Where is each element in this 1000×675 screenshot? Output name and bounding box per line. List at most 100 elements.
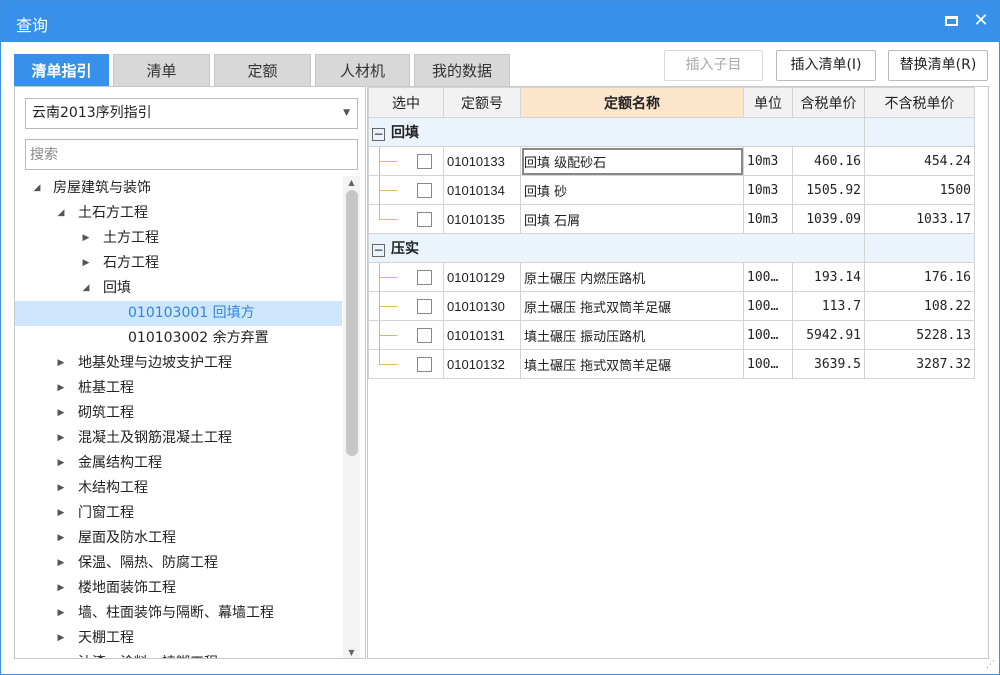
tree-item[interactable]: ▶ 地基处理与边坡支护工程 — [15, 351, 342, 376]
table-row[interactable]: 01010133 回填 级配砂石 10m3 460.16 454.24 — [368, 146, 975, 176]
table-row[interactable]: 01010134 回填 砂 10m3 1505.92 1500 — [368, 175, 975, 205]
tab-labor-material-machine[interactable]: 人材机 — [315, 54, 410, 86]
tab-my-data[interactable]: 我的数据 — [414, 54, 510, 86]
collapse-arrow-icon[interactable]: ◢ — [55, 201, 67, 226]
col-header-unit[interactable]: 单位 — [743, 87, 793, 118]
price-notax-cell[interactable]: 108.22 — [864, 291, 975, 321]
price-notax-cell[interactable]: 1500 — [864, 175, 975, 205]
row-checkbox[interactable] — [417, 211, 432, 227]
expand-arrow-icon[interactable]: ▶ — [55, 426, 67, 451]
search-input[interactable] — [25, 139, 358, 170]
price-notax-cell[interactable]: 1033.17 — [864, 204, 975, 234]
col-header-select[interactable]: 选中 — [368, 87, 444, 118]
unit-cell[interactable]: 10m3 — [743, 175, 793, 205]
tree-item[interactable]: ▶ 保温、隔热、防腐工程 — [15, 551, 342, 576]
tree-item[interactable]: 010103002 余方弃置 — [15, 326, 342, 351]
quota-name-cell[interactable]: 原土碾压 内燃压路机 — [520, 262, 744, 292]
table-row[interactable]: 01010131 填土碾压 振动压路机 100… 5942.91 5228.13 — [368, 320, 975, 350]
table-row[interactable]: 01010130 原土碾压 拖式双筒羊足碾 100… 113.7 108.22 — [368, 291, 975, 321]
unit-cell[interactable]: 100… — [743, 320, 793, 350]
quota-code-cell[interactable]: 01010132 — [443, 349, 521, 379]
replace-list-button[interactable]: 替换清单(R) — [888, 50, 988, 81]
tree-item[interactable]: ▶ 油漆、涂料、裱糊工程 — [15, 651, 342, 658]
unit-cell[interactable]: 100… — [743, 349, 793, 379]
price-tax-cell[interactable]: 3639.5 — [792, 349, 865, 379]
tree-item[interactable]: ▶ 砌筑工程 — [15, 401, 342, 426]
tree-item[interactable]: 010103001 回填方 — [15, 301, 342, 326]
tree-item[interactable]: ▶ 木结构工程 — [15, 476, 342, 501]
expand-arrow-icon[interactable]: ▶ — [55, 576, 67, 601]
row-checkbox[interactable] — [417, 327, 432, 343]
insert-list-button[interactable]: 插入清单(I) — [776, 50, 876, 81]
expand-arrow-icon[interactable]: ▶ — [55, 526, 67, 551]
tree-item[interactable]: ▶ 石方工程 — [15, 251, 342, 276]
price-notax-cell[interactable]: 5228.13 — [864, 320, 975, 350]
row-checkbox[interactable] — [417, 356, 432, 372]
tab-list[interactable]: 清单 — [113, 54, 210, 86]
quota-code-cell[interactable]: 01010133 — [443, 146, 521, 176]
tree-item[interactable]: ▶ 土方工程 — [15, 226, 342, 251]
expand-arrow-icon[interactable]: ▶ — [55, 451, 67, 476]
tab-list-guide[interactable]: 清单指引 — [14, 54, 109, 86]
collapse-group-icon[interactable]: − — [372, 244, 385, 257]
collapse-arrow-icon[interactable]: ◢ — [31, 176, 43, 201]
unit-cell[interactable]: 10m3 — [743, 204, 793, 234]
title-bar[interactable]: 查询 ✕ — [1, 1, 999, 42]
tree-item[interactable]: ◢ 土石方工程 — [15, 201, 342, 226]
quota-code-cell[interactable]: 01010129 — [443, 262, 521, 292]
quota-name-cell[interactable]: 填土碾压 拖式双筒羊足碾 — [520, 349, 744, 379]
collapse-arrow-icon[interactable]: ◢ — [80, 276, 92, 301]
quota-name-cell[interactable]: 原土碾压 拖式双筒羊足碾 — [520, 291, 744, 321]
tree-item[interactable]: ▶ 楼地面装饰工程 — [15, 576, 342, 601]
expand-arrow-icon[interactable]: ▶ — [55, 501, 67, 526]
scrollbar-thumb[interactable] — [346, 190, 358, 456]
expand-arrow-icon[interactable]: ▶ — [80, 251, 92, 276]
quota-name-cell[interactable]: 回填 石屑 — [520, 204, 744, 234]
unit-cell[interactable]: 10m3 — [743, 146, 793, 176]
row-checkbox[interactable] — [417, 153, 432, 169]
unit-cell[interactable]: 100… — [743, 262, 793, 292]
price-notax-cell[interactable]: 454.24 — [864, 146, 975, 176]
price-notax-cell[interactable]: 3287.32 — [864, 349, 975, 379]
price-tax-cell[interactable]: 460.16 — [792, 146, 865, 176]
region-select[interactable]: 云南2013序列指引 ▼ — [25, 98, 358, 129]
collapse-group-icon[interactable]: − — [372, 128, 385, 141]
tree-scrollbar[interactable]: ▲ ▼ — [343, 176, 360, 658]
tree-item[interactable]: ▶ 门窗工程 — [15, 501, 342, 526]
price-tax-cell[interactable]: 5942.91 — [792, 320, 865, 350]
price-notax-cell[interactable]: 176.16 — [864, 262, 975, 292]
expand-arrow-icon[interactable]: ▶ — [55, 601, 67, 626]
price-tax-cell[interactable]: 1505.92 — [792, 175, 865, 205]
quota-code-cell[interactable]: 01010131 — [443, 320, 521, 350]
col-header-price-notax[interactable]: 不含税单价 — [864, 87, 975, 118]
close-button[interactable]: ✕ — [971, 11, 991, 31]
expand-arrow-icon[interactable]: ▶ — [55, 351, 67, 376]
table-row[interactable]: 01010135 回填 石屑 10m3 1039.09 1033.17 — [368, 204, 975, 234]
quota-code-cell[interactable]: 01010134 — [443, 175, 521, 205]
tree-item[interactable]: ◢ 回填 — [15, 276, 342, 301]
col-header-price-tax[interactable]: 含税单价 — [792, 87, 865, 118]
tree-item[interactable]: ▶ 金属结构工程 — [15, 451, 342, 476]
tree-item[interactable]: ▶ 混凝土及钢筋混凝土工程 — [15, 426, 342, 451]
col-header-code[interactable]: 定额号 — [443, 87, 521, 118]
expand-arrow-icon[interactable]: ▶ — [55, 551, 67, 576]
resize-grip-icon[interactable]: ⋰ — [986, 661, 996, 671]
tab-quota[interactable]: 定额 — [214, 54, 311, 86]
insert-child-button[interactable]: 插入子目 — [664, 50, 763, 81]
tree-item[interactable]: ▶ 屋面及防水工程 — [15, 526, 342, 551]
quota-code-cell[interactable]: 01010130 — [443, 291, 521, 321]
scroll-up-icon[interactable]: ▲ — [343, 176, 360, 190]
maximize-button[interactable] — [941, 11, 961, 31]
col-header-name[interactable]: 定额名称 — [520, 87, 744, 118]
row-checkbox[interactable] — [417, 269, 432, 285]
expand-arrow-icon[interactable]: ▶ — [55, 376, 67, 401]
quota-name-cell[interactable]: 回填 砂 — [520, 175, 744, 205]
expand-arrow-icon[interactable]: ▶ — [55, 401, 67, 426]
tree-item[interactable]: ▶ 桩基工程 — [15, 376, 342, 401]
price-tax-cell[interactable]: 113.7 — [792, 291, 865, 321]
quota-name-cell[interactable]: 回填 级配砂石 — [520, 146, 744, 176]
table-row[interactable]: 01010132 填土碾压 拖式双筒羊足碾 100… 3639.5 3287.32 — [368, 349, 975, 379]
price-tax-cell[interactable]: 193.14 — [792, 262, 865, 292]
row-checkbox[interactable] — [417, 298, 432, 314]
tree-item[interactable]: ▶ 墙、柱面装饰与隔断、幕墙工程 — [15, 601, 342, 626]
